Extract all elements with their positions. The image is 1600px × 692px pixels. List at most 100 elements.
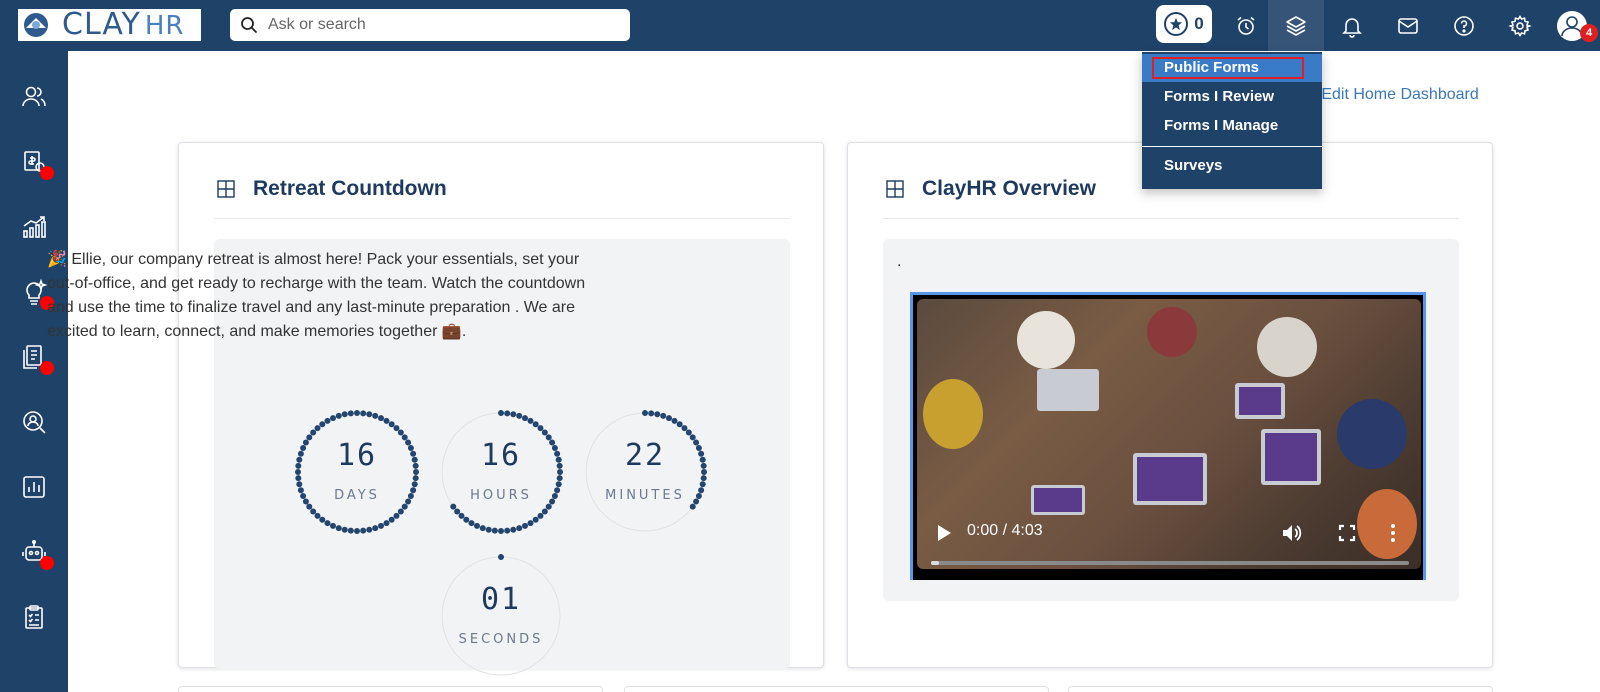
menu-item-forms-i-review[interactable]: Forms I Review: [1142, 83, 1322, 111]
ring-dot: [411, 481, 418, 488]
ring-dot: [347, 527, 354, 534]
party-popper-icon: 🎉: [47, 251, 67, 268]
ring-dot: [699, 481, 706, 488]
ring-dot: [388, 421, 395, 428]
ring-dot: [510, 411, 517, 418]
search-box[interactable]: [230, 9, 630, 41]
ring-dot: [522, 522, 528, 529]
days-value: 16: [336, 438, 378, 473]
alarm-clock-icon: [1237, 16, 1255, 35]
ring-dot: [681, 425, 688, 432]
ring-dot: [347, 410, 354, 417]
ring-dot: [676, 421, 683, 428]
ring-dot: [700, 475, 707, 482]
minutes-label: MINUTES: [605, 488, 685, 503]
seconds-value: 01: [480, 582, 522, 617]
ring-dot: [689, 503, 696, 510]
ring-dot: [319, 516, 326, 523]
ring-dot: [393, 425, 400, 432]
messages-button[interactable]: [1380, 0, 1436, 51]
settings-button[interactable]: [1492, 0, 1548, 51]
video-progress-fill: [931, 561, 939, 565]
ring-dot: [556, 475, 563, 482]
ring-dot: [324, 520, 331, 527]
help-button[interactable]: [1436, 0, 1492, 51]
ring-dot: [388, 516, 395, 523]
ring-dot: [378, 522, 384, 529]
ring-dot: [314, 512, 321, 519]
widget-grid-icon: [886, 180, 904, 198]
clipboard-icon: [25, 605, 43, 629]
video-progress-bar[interactable]: [931, 561, 1409, 565]
video-controls: 0:00 / 4:03: [913, 513, 1423, 573]
clayhr-logo[interactable]: CLAY HR: [18, 9, 201, 41]
ring-dot: [479, 525, 486, 532]
card-title: ClayHR Overview: [886, 177, 1096, 201]
alert-dot: [40, 556, 54, 570]
sidebar-item-tasks[interactable]: [0, 587, 68, 647]
ring-dot: [555, 481, 562, 488]
logo-mark-icon: [24, 13, 48, 37]
ring-dot: [516, 412, 523, 419]
fullscreen-icon[interactable]: [1337, 523, 1357, 543]
user-avatar-button[interactable]: 4: [1544, 0, 1600, 51]
ring-dot: [671, 417, 678, 424]
ring-dot: [498, 554, 504, 560]
ring-dot: [522, 415, 528, 422]
volume-icon[interactable]: [1281, 523, 1303, 543]
points-button[interactable]: 0: [1156, 5, 1212, 43]
ring-dot: [378, 415, 384, 422]
ring-dot: [527, 417, 534, 424]
ring-dot: [354, 410, 360, 416]
sidebar-item-reports[interactable]: [0, 457, 68, 517]
video-time: 0:00 / 4:03: [967, 522, 1043, 539]
ring-dot: [485, 526, 492, 533]
ring-dot: [397, 508, 404, 515]
bar-chart-icon: [23, 476, 45, 498]
sidebar-item-assistant[interactable]: [0, 522, 68, 582]
ring-dot: [366, 411, 373, 418]
widget-card: [178, 686, 603, 692]
search-input[interactable]: [268, 16, 608, 34]
ring-dot: [498, 528, 504, 534]
notifications-button[interactable]: [1324, 0, 1380, 51]
forms-dropdown-menu: Public Forms Forms I Review Forms I Mana…: [1142, 52, 1322, 189]
play-icon[interactable]: [935, 523, 953, 543]
ring-dot: [330, 522, 336, 529]
ring-dot: [383, 417, 390, 424]
layers-button[interactable]: [1268, 0, 1324, 51]
ring-dot: [335, 525, 342, 532]
menu-item-surveys[interactable]: Surveys: [1142, 152, 1322, 180]
ring-dot: [532, 516, 539, 523]
edit-home-dashboard-link[interactable]: ›Edit Home Dashboard: [1312, 86, 1479, 104]
days-label: DAYS: [334, 488, 380, 503]
user-search-icon: [23, 411, 46, 434]
overview-video-player[interactable]: 0:00 / 4:03: [910, 292, 1426, 580]
menu-divider: [1142, 146, 1322, 147]
ring-dot: [504, 410, 511, 417]
card-divider: [214, 218, 790, 219]
ring-dot: [541, 429, 548, 436]
minutes-value: 22: [624, 438, 666, 473]
widget-card: [624, 686, 1049, 692]
sidebar-item-recruiting[interactable]: [0, 392, 68, 452]
more-options-icon[interactable]: [1389, 523, 1397, 543]
ring-dot: [537, 425, 544, 432]
sidebar-item-people[interactable]: [0, 67, 68, 127]
menu-item-forms-i-manage[interactable]: Forms I Manage: [1142, 112, 1322, 140]
widget-card: [1068, 686, 1493, 692]
ring-dot: [383, 520, 390, 527]
card-title: Retreat Countdown: [217, 177, 447, 201]
ring-dot: [666, 415, 672, 422]
gear-icon: [1508, 14, 1532, 37]
alarm-button[interactable]: [1218, 0, 1274, 51]
ring-dot: [360, 410, 367, 417]
selection-highlight: [1152, 57, 1304, 79]
ring-dot: [454, 508, 461, 515]
help-icon: [1454, 15, 1474, 36]
sidebar: [0, 51, 68, 692]
sidebar-item-payroll[interactable]: [0, 132, 68, 192]
ring-dot: [474, 522, 480, 529]
countdown-seconds: 01 SECONDS: [439, 554, 563, 678]
ring-dot: [335, 412, 342, 419]
